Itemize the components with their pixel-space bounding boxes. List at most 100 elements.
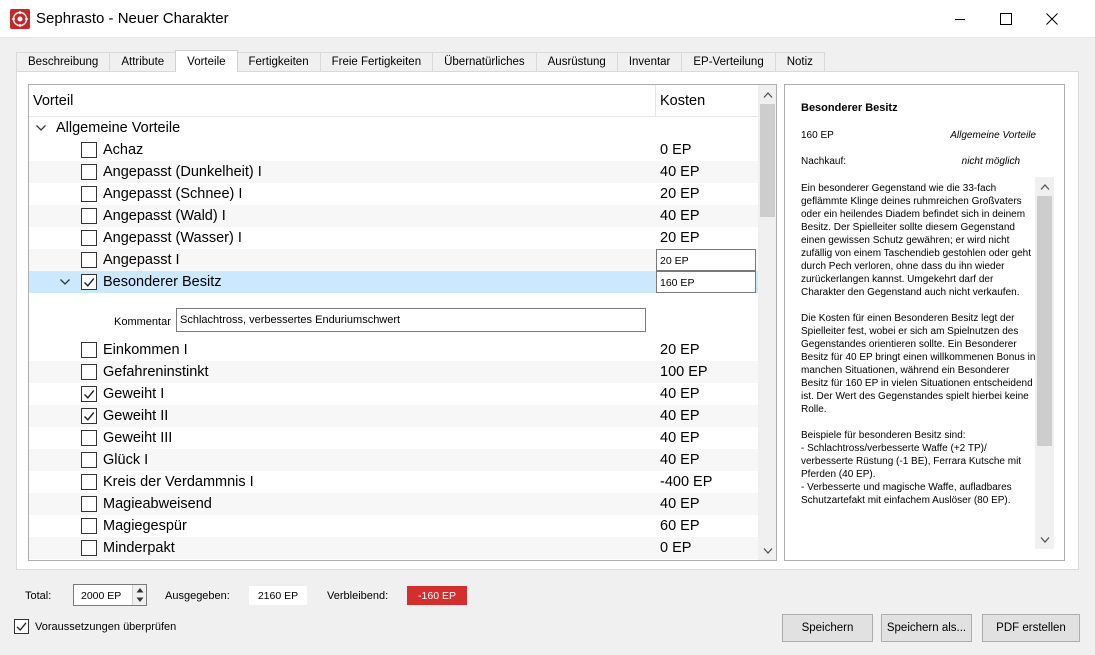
tab-inventar[interactable]: Inventar	[616, 52, 683, 72]
checkbox[interactable]	[81, 142, 97, 158]
tab-vorteile[interactable]: Vorteile	[175, 50, 238, 72]
checkmark-icon	[84, 278, 95, 287]
description-paragraph: - Schlachtross/verbesserte Waffe (+2 TP)…	[801, 443, 1022, 480]
total-label: Total:	[25, 590, 52, 602]
list-item-selected[interactable]: Besonderer Besitz 160 EP	[29, 271, 758, 293]
scroll-thumb[interactable]	[760, 104, 775, 217]
prerequisites-label[interactable]: Voraussetzungen überprüfen	[35, 621, 176, 633]
checkbox[interactable]	[81, 430, 97, 446]
cost-input[interactable]: 20 EP	[656, 249, 756, 271]
minimize-button[interactable]	[937, 0, 983, 38]
item-cost: 40 EP	[660, 164, 700, 180]
checkbox[interactable]	[81, 496, 97, 512]
close-button[interactable]	[1029, 0, 1075, 38]
spin-up-button[interactable]	[133, 585, 147, 595]
item-name: Angepasst (Wald) I	[103, 208, 226, 224]
save-button[interactable]: Speichern	[782, 614, 873, 642]
scroll-down-button[interactable]	[1035, 530, 1054, 549]
tab-ausruestung[interactable]: Ausrüstung	[535, 52, 618, 72]
list-item[interactable]: Glück I 40 EP	[29, 449, 758, 471]
list-item[interactable]: Einkommen I 20 EP	[29, 339, 758, 361]
checkbox[interactable]	[81, 208, 97, 224]
list-item[interactable]: Angepasst (Wald) I 40 EP	[29, 205, 758, 227]
list-item[interactable]: Gefahreninstinkt 100 EP	[29, 361, 758, 383]
tab-ep-verteilung[interactable]: EP-Verteilung	[681, 52, 776, 72]
item-name: Kreis der Verdammnis I	[103, 474, 254, 490]
list-item[interactable]: Angepasst (Wasser) I 20 EP	[29, 227, 758, 249]
group-row[interactable]: Allgemeine Vorteile	[29, 117, 758, 139]
checkbox[interactable]	[81, 518, 97, 534]
item-name: Geweiht II	[103, 408, 169, 424]
list-item[interactable]: Magiegespür 60 EP	[29, 515, 758, 537]
create-pdf-button[interactable]: PDF erstellen	[982, 614, 1080, 642]
chevron-down-icon	[763, 547, 772, 554]
scroll-down-button[interactable]	[758, 541, 776, 560]
checkmark-icon	[16, 622, 27, 631]
item-name: Achaz	[103, 142, 144, 158]
checkbox[interactable]	[81, 364, 97, 380]
tab-freie-fertigkeiten[interactable]: Freie Fertigkeiten	[319, 52, 434, 72]
list-item[interactable]: Kreis der Verdammnis I -400 EP	[29, 471, 758, 493]
header-vorteil[interactable]: Vorteil	[33, 93, 73, 109]
save-as-button[interactable]: Speichern als...	[881, 614, 972, 642]
description-paragraph: - Verbesserte und magische Waffe, auflad…	[801, 482, 1012, 506]
scroll-thumb[interactable]	[1037, 196, 1052, 446]
checkbox[interactable]	[81, 408, 97, 424]
item-name: Angepasst I	[103, 252, 180, 268]
list-item[interactable]: Geweiht III 40 EP	[29, 427, 758, 449]
spin-down-button[interactable]	[133, 595, 147, 605]
title-bar: Sephrasto - Neuer Charakter	[0, 0, 1095, 38]
list-item[interactable]: Magieabweisend 40 EP	[29, 493, 758, 515]
checkbox[interactable]	[81, 164, 97, 180]
tab-fertigkeiten[interactable]: Fertigkeiten	[236, 52, 321, 72]
prerequisites-checkbox[interactable]	[14, 619, 29, 634]
header-kosten[interactable]: Kosten	[660, 93, 705, 109]
list-item[interactable]: Angepasst (Dunkelheit) I 40 EP	[29, 161, 758, 183]
item-name: Magieabweisend	[103, 496, 212, 512]
checkbox[interactable]	[81, 274, 97, 290]
checkbox[interactable]	[81, 474, 97, 490]
total-spinbox[interactable]: 2000 EP	[73, 584, 147, 606]
list-item[interactable]: Minderpakt 0 EP	[29, 537, 758, 559]
list-item[interactable]: Achaz 0 EP	[29, 139, 758, 161]
checkbox[interactable]	[81, 540, 97, 556]
checkbox[interactable]	[81, 386, 97, 402]
maximize-button[interactable]	[983, 0, 1029, 38]
tab-beschreibung[interactable]: Beschreibung	[16, 52, 111, 72]
list-item[interactable]: Geweiht II 40 EP	[29, 405, 758, 427]
checkbox[interactable]	[81, 452, 97, 468]
scroll-up-button[interactable]	[758, 85, 776, 104]
remaining-label: Verbleibend:	[327, 590, 389, 602]
tree-scrollbar[interactable]	[758, 85, 776, 560]
tab-bar: Beschreibung Attribute Vorteile Fertigke…	[16, 50, 825, 72]
checkmark-icon	[84, 390, 95, 399]
comment-input[interactable]: Schlachtross, verbessertes Enduriumschwe…	[176, 308, 646, 332]
checkbox[interactable]	[81, 342, 97, 358]
item-cost: 60 EP	[660, 518, 700, 534]
spent-value: 2160 EP	[249, 586, 307, 605]
vorteile-tree[interactable]: Vorteil Kosten Allgemeine Vorteile Achaz…	[28, 84, 777, 561]
checkbox[interactable]	[81, 186, 97, 202]
cost-input[interactable]: 160 EP	[656, 271, 756, 293]
tab-notiz[interactable]: Notiz	[774, 52, 825, 72]
item-name: Angepasst (Wasser) I	[103, 230, 242, 246]
description-paragraph: Beispiele für besonderen Besitz sind:	[801, 430, 966, 441]
scroll-up-button[interactable]	[1035, 177, 1054, 196]
item-cost: -400 EP	[660, 474, 713, 490]
list-item[interactable]: Angepasst I 20 EP	[29, 249, 758, 271]
list-item[interactable]: Geweiht I 40 EP	[29, 383, 758, 405]
chevron-down-icon[interactable]	[35, 122, 47, 134]
item-cost: 0 EP	[660, 142, 692, 158]
maximize-icon	[1000, 13, 1012, 25]
item-name: Minderpakt	[103, 540, 175, 556]
list-item[interactable]: Angepasst (Schnee) I 20 EP	[29, 183, 758, 205]
checkbox[interactable]	[81, 252, 97, 268]
description-scrollbar[interactable]	[1035, 177, 1054, 549]
minimize-icon	[955, 19, 965, 20]
header-separator	[655, 85, 656, 117]
item-cost: 20 EP	[660, 186, 700, 202]
tab-attribute[interactable]: Attribute	[109, 52, 177, 72]
tab-uebernatuerliches[interactable]: Übernatürliches	[432, 52, 537, 72]
checkbox[interactable]	[81, 230, 97, 246]
chevron-down-icon[interactable]	[59, 276, 71, 288]
